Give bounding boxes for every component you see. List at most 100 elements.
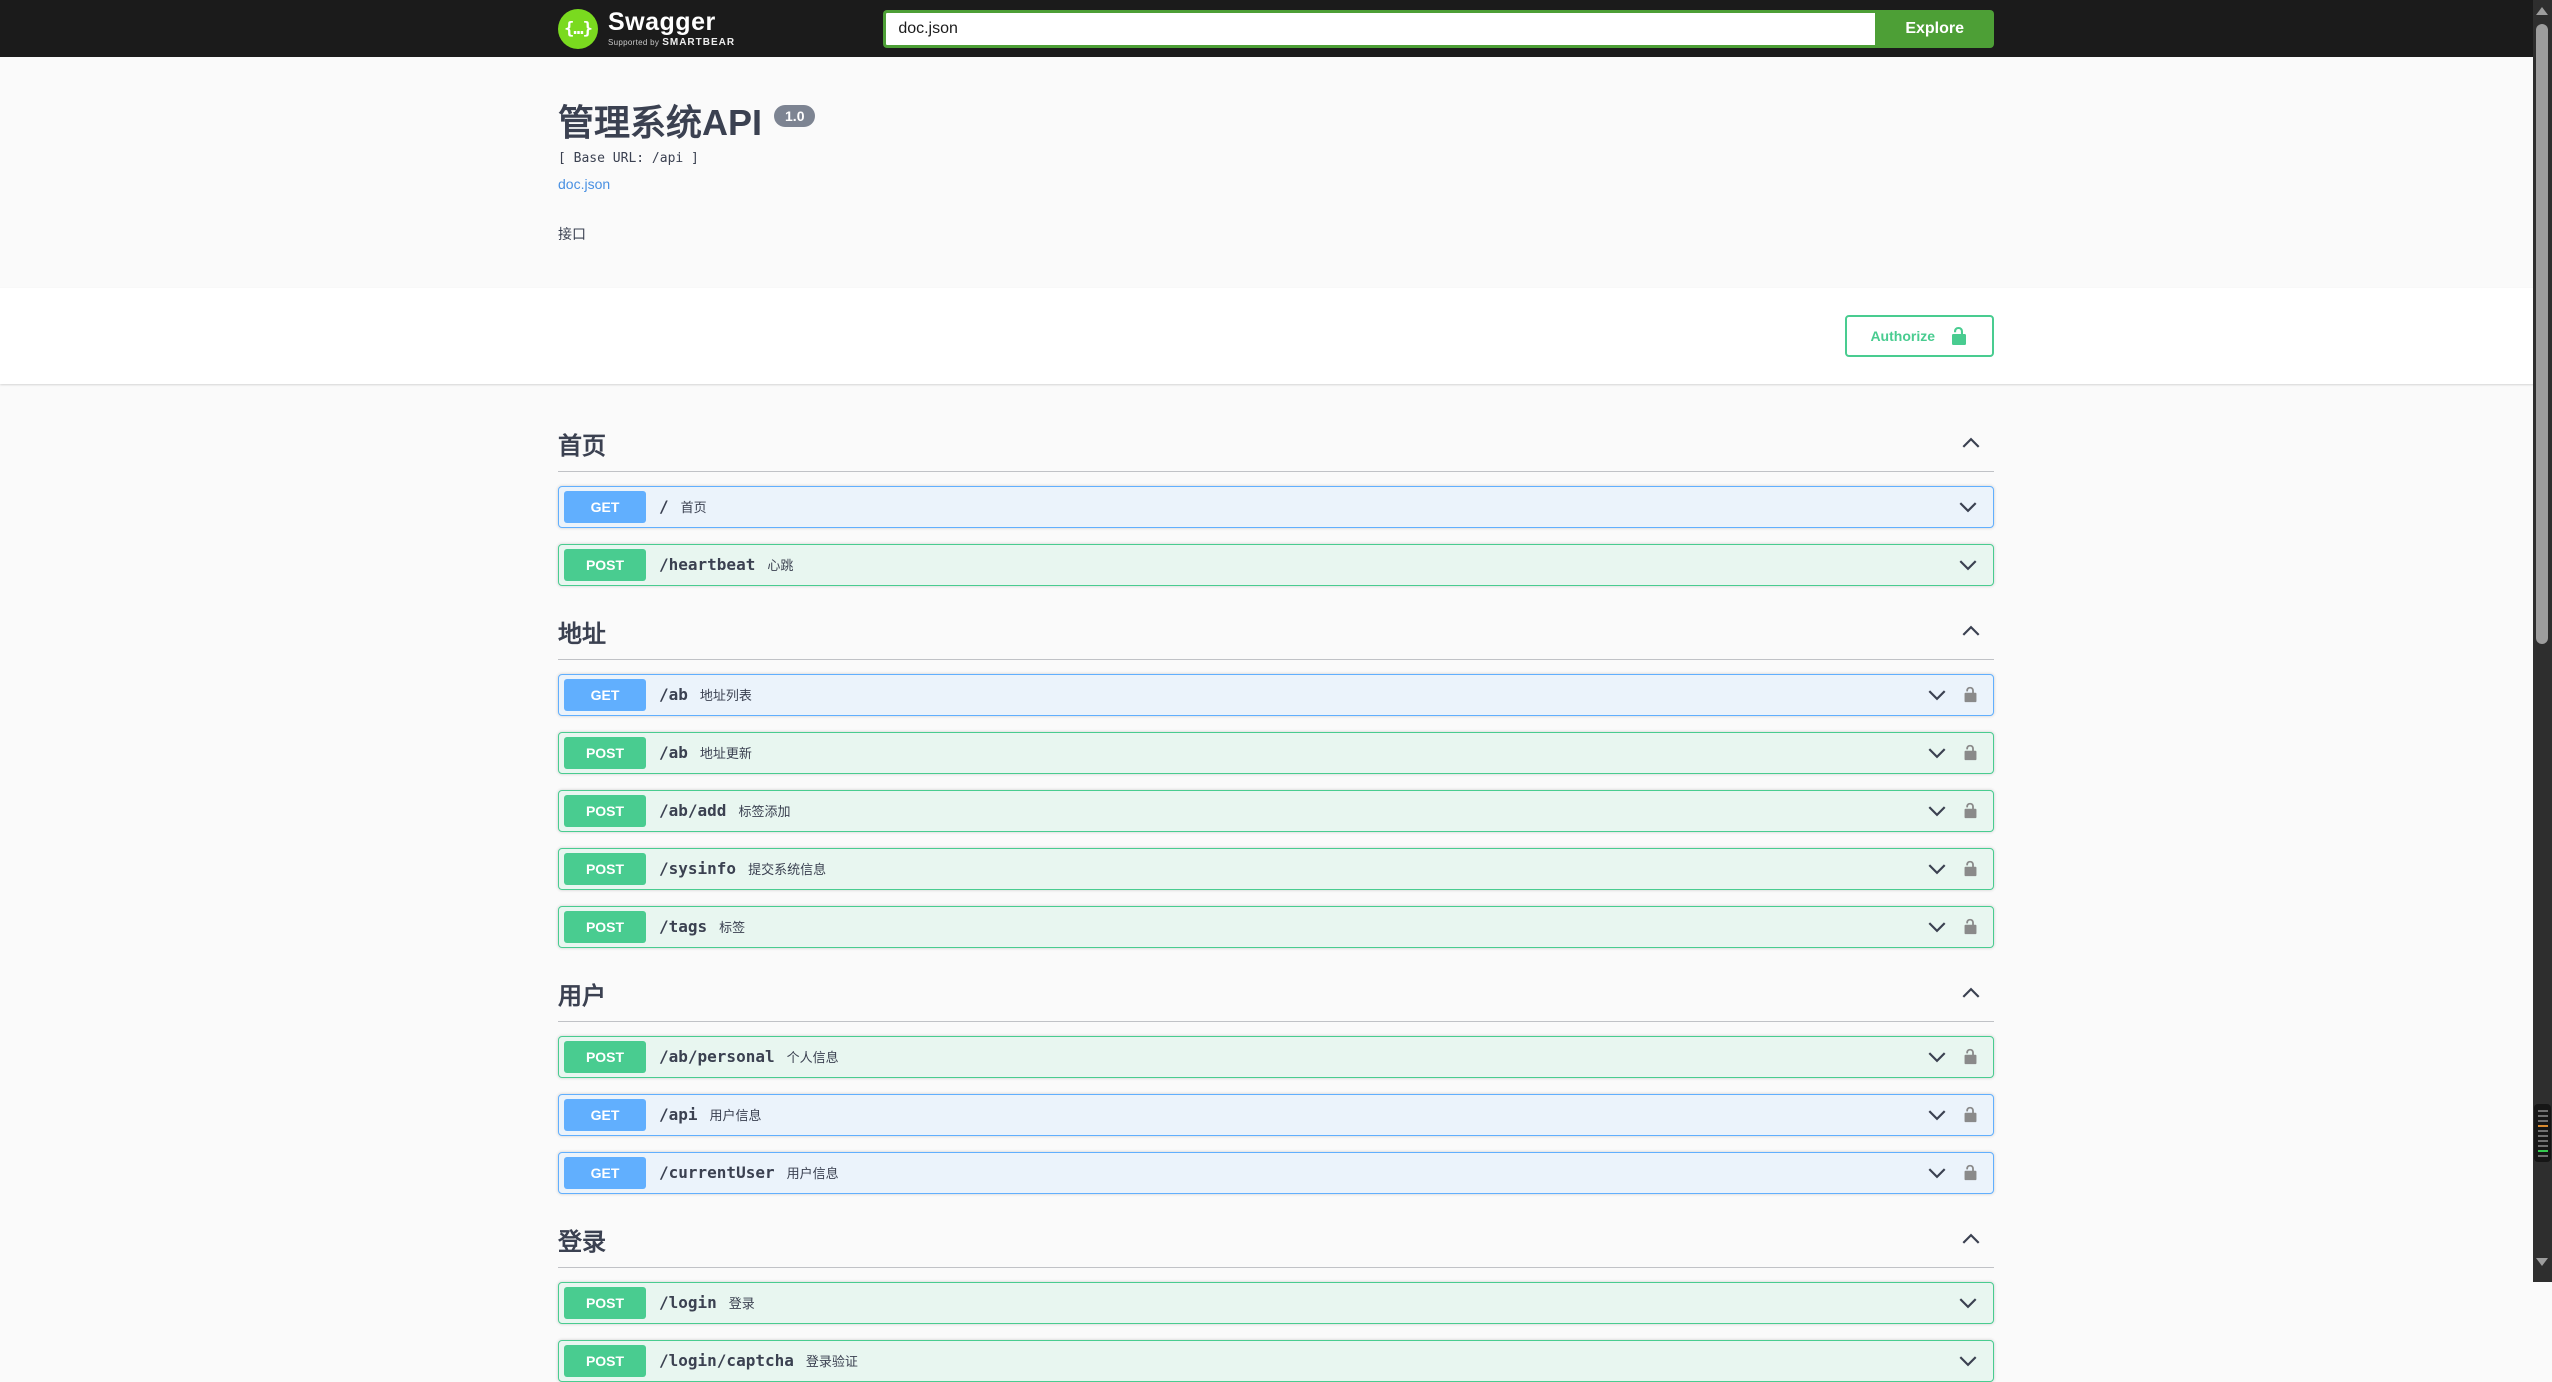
section-title: 登录 — [558, 1228, 606, 1256]
operation-summary: 地址更新 — [699, 746, 752, 762]
lock-icon[interactable] — [1962, 1048, 1979, 1065]
method-badge: GET — [564, 1098, 646, 1131]
chevron-down-icon[interactable] — [1926, 800, 1948, 822]
method-badge: POST — [564, 736, 646, 769]
chevron-up-icon[interactable] — [1960, 1228, 1982, 1250]
operation-row[interactable]: GET /ab 地址列表 — [558, 673, 1994, 716]
version-badge: 1.0 — [774, 105, 816, 127]
operation-row[interactable]: POST /heartbeat 心跳 — [558, 543, 1994, 586]
operation-row[interactable]: GET / 首页 — [558, 485, 1994, 528]
operation-path: / — [659, 497, 669, 517]
supported-by-text: Supported by — [608, 37, 660, 47]
operation-row[interactable]: POST /sysinfo 提交系统信息 — [558, 847, 1994, 890]
chevron-down-icon[interactable] — [1957, 554, 1979, 576]
scrollbar-thumb[interactable] — [2536, 24, 2548, 644]
operation-summary: 地址列表 — [699, 688, 752, 704]
opblock-tag-section: 地址 GET /ab 地址列表 POST /ab 地址更新 POST /ab/a… — [558, 614, 1994, 948]
section-operations: GET / 首页 POST /heartbeat 心跳 — [558, 485, 1994, 586]
lock-icon[interactable] — [1962, 744, 1979, 761]
method-badge: POST — [564, 1040, 646, 1073]
chevron-down-icon[interactable] — [1926, 1104, 1948, 1126]
operation-row[interactable]: POST /login/captcha 登录验证 — [558, 1339, 1994, 1382]
lock-icon[interactable] — [1962, 1106, 1979, 1123]
unlock-icon — [1949, 326, 1969, 346]
chevron-down-icon[interactable] — [1926, 742, 1948, 764]
api-sections: 首页 GET / 首页 POST /heartbeat 心跳 地址 GET /a… — [546, 426, 2006, 1382]
operation-path: /heartbeat — [659, 555, 756, 575]
section-operations: POST /ab/personal 个人信息 GET /api 用户信息 GET… — [558, 1035, 1994, 1194]
logo-tagline: Supported by SMARTBEAR — [608, 36, 736, 48]
operation-path: /tags — [659, 917, 708, 937]
smartbear-text: SMARTBEAR — [662, 36, 736, 48]
chevron-up-icon[interactable] — [1960, 620, 1982, 642]
chevron-down-icon[interactable] — [1957, 496, 1979, 518]
operation-path: /ab/add — [659, 801, 727, 821]
scrollbar-track[interactable] — [2533, 0, 2552, 1282]
opblock-tag-section: 用户 POST /ab/personal 个人信息 GET /api 用户信息 … — [558, 976, 1994, 1194]
chevron-down-icon[interactable] — [1926, 684, 1948, 706]
api-title: 管理系统API — [558, 102, 763, 143]
method-badge: POST — [564, 1344, 646, 1377]
operation-row[interactable]: POST /ab/personal 个人信息 — [558, 1035, 1994, 1078]
explore-form: Explore — [883, 9, 1994, 48]
chevron-up-icon[interactable] — [1960, 982, 1982, 1004]
lock-icon[interactable] — [1962, 1164, 1979, 1181]
operation-row[interactable]: POST /tags 标签 — [558, 905, 1994, 948]
topbar: {…} Swagger Supported bySMARTBEAR Explor… — [0, 0, 2552, 57]
chevron-down-icon[interactable] — [1926, 916, 1948, 938]
operation-summary: 标签 — [719, 920, 746, 936]
operation-path: /ab — [659, 743, 688, 763]
method-badge: POST — [564, 1286, 646, 1319]
scroll-down-arrow-icon[interactable] — [2536, 1258, 2548, 1266]
authorize-button[interactable]: Authorize — [1845, 314, 1994, 357]
operation-path: /login/captcha — [659, 1351, 794, 1371]
chevron-down-icon[interactable] — [1926, 1046, 1948, 1068]
operation-summary: 用户信息 — [786, 1166, 839, 1182]
logo-title: Swagger — [608, 7, 716, 36]
scroll-up-arrow-icon[interactable] — [2536, 7, 2548, 15]
base-url: [ Base URL: /api ] — [558, 150, 699, 166]
operation-row[interactable]: POST /ab 地址更新 — [558, 731, 1994, 774]
operation-path: /ab/personal — [659, 1047, 775, 1067]
section-header[interactable]: 首页 — [558, 426, 1994, 472]
section-title: 地址 — [558, 620, 606, 648]
lock-icon[interactable] — [1962, 686, 1979, 703]
section-header[interactable]: 用户 — [558, 976, 1994, 1022]
lock-icon[interactable] — [1962, 918, 1979, 935]
chevron-down-icon[interactable] — [1926, 1162, 1948, 1184]
method-badge: GET — [564, 490, 646, 523]
operation-row[interactable]: POST /ab/add 标签添加 — [558, 789, 1994, 832]
spec-link[interactable]: doc.json — [558, 176, 610, 192]
chevron-up-icon[interactable] — [1960, 432, 1982, 454]
scroll-minimap[interactable] — [2534, 1104, 2551, 1162]
method-badge: GET — [564, 1156, 646, 1189]
swagger-logo-icon: {…} — [558, 8, 598, 49]
operation-summary: 登录验证 — [805, 1354, 858, 1370]
method-badge: GET — [564, 678, 646, 711]
operation-summary: 登录 — [728, 1296, 755, 1312]
authorize-label: Authorize — [1870, 327, 1935, 344]
opblock-tag-section: 首页 GET / 首页 POST /heartbeat 心跳 — [558, 426, 1994, 586]
operation-summary: 个人信息 — [786, 1050, 839, 1066]
api-description: 接口 — [558, 225, 586, 242]
lock-icon[interactable] — [1962, 802, 1979, 819]
chevron-down-icon[interactable] — [1957, 1350, 1979, 1372]
operations-area: 首页 GET / 首页 POST /heartbeat 心跳 地址 GET /a… — [0, 384, 2552, 1382]
chevron-down-icon[interactable] — [1926, 858, 1948, 880]
operation-path: /currentUser — [659, 1163, 775, 1183]
spec-url-input[interactable] — [883, 9, 1876, 48]
chevron-down-icon[interactable] — [1957, 1292, 1979, 1314]
operation-path: /sysinfo — [659, 859, 737, 879]
swagger-logo[interactable]: {…} Swagger Supported by SMARTBEAR — [558, 7, 736, 49]
operation-summary: 标签添加 — [738, 804, 791, 820]
operation-summary: 提交系统信息 — [748, 862, 827, 878]
explore-button[interactable]: Explore — [1875, 9, 1994, 48]
opblock-tag-section: 登录 POST /login 登录 POST /login/captcha 登录… — [558, 1222, 1994, 1382]
lock-icon[interactable] — [1962, 860, 1979, 877]
section-header[interactable]: 地址 — [558, 614, 1994, 660]
operation-row[interactable]: POST /login 登录 — [558, 1281, 1994, 1324]
section-operations: POST /login 登录 POST /login/captcha 登录验证 — [558, 1281, 1994, 1382]
section-header[interactable]: 登录 — [558, 1222, 1994, 1268]
operation-row[interactable]: GET /api 用户信息 — [558, 1093, 1994, 1136]
operation-row[interactable]: GET /currentUser 用户信息 — [558, 1151, 1994, 1194]
